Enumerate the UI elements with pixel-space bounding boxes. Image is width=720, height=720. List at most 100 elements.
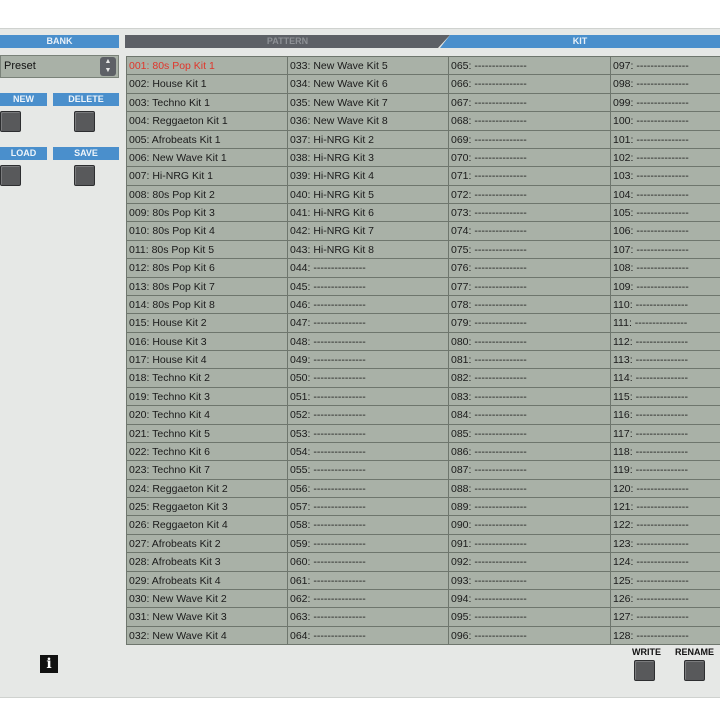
kit-slot[interactable]: 086: --------------- <box>449 443 611 462</box>
kit-slot[interactable]: 095: --------------- <box>449 608 611 627</box>
kit-slot[interactable]: 033: New Wave Kit 5 <box>288 57 449 76</box>
delete-button[interactable] <box>74 111 95 132</box>
kit-slot[interactable]: 121: --------------- <box>611 498 720 517</box>
kit-slot[interactable]: 107: --------------- <box>611 241 720 260</box>
kit-slot[interactable]: 117: --------------- <box>611 425 720 443</box>
kit-slot[interactable]: 088: --------------- <box>449 480 611 498</box>
load-button[interactable] <box>0 165 21 186</box>
kit-slot[interactable]: 015: House Kit 2 <box>127 314 288 333</box>
kit-slot[interactable]: 005: Afrobeats Kit 1 <box>127 131 288 149</box>
kit-slot[interactable]: 012: 80s Pop Kit 6 <box>127 259 288 278</box>
kit-slot[interactable]: 067: --------------- <box>449 94 611 113</box>
kit-slot[interactable]: 083: --------------- <box>449 388 611 407</box>
kit-slot[interactable]: 044: --------------- <box>288 259 449 278</box>
kit-slot[interactable]: 034: New Wave Kit 6 <box>288 75 449 94</box>
kit-slot[interactable]: 126: --------------- <box>611 590 720 609</box>
kit-slot[interactable]: 096: --------------- <box>449 627 611 645</box>
kit-slot[interactable]: 048: --------------- <box>288 333 449 351</box>
kit-slot[interactable]: 123: --------------- <box>611 535 720 554</box>
kit-slot[interactable]: 060: --------------- <box>288 553 449 572</box>
kit-slot[interactable]: 089: --------------- <box>449 498 611 517</box>
kit-slot[interactable]: 080: --------------- <box>449 333 611 351</box>
kit-slot[interactable]: 128: --------------- <box>611 627 720 645</box>
kit-slot[interactable]: 108: --------------- <box>611 259 720 278</box>
kit-slot[interactable]: 018: Techno Kit 2 <box>127 369 288 388</box>
kit-slot[interactable]: 111: --------------- <box>611 314 720 333</box>
kit-slot[interactable]: 112: --------------- <box>611 333 720 351</box>
kit-slot[interactable]: 085: --------------- <box>449 425 611 443</box>
kit-slot[interactable]: 127: --------------- <box>611 608 720 627</box>
kit-slot[interactable]: 001: 80s Pop Kit 1 <box>127 57 288 76</box>
kit-slot[interactable]: 021: Techno Kit 5 <box>127 425 288 443</box>
kit-slot[interactable]: 074: --------------- <box>449 222 611 241</box>
kit-slot[interactable]: 122: --------------- <box>611 516 720 535</box>
kit-slot[interactable]: 069: --------------- <box>449 131 611 149</box>
kit-slot[interactable]: 102: --------------- <box>611 149 720 168</box>
kit-slot[interactable]: 023: Techno Kit 7 <box>127 461 288 480</box>
kit-slot[interactable]: 119: --------------- <box>611 461 720 480</box>
kit-slot[interactable]: 092: --------------- <box>449 553 611 572</box>
kit-slot[interactable]: 098: --------------- <box>611 75 720 94</box>
kit-slot[interactable]: 036: New Wave Kit 8 <box>288 112 449 131</box>
kit-slot[interactable]: 031: New Wave Kit 3 <box>127 608 288 627</box>
kit-slot[interactable]: 049: --------------- <box>288 351 449 370</box>
kit-slot[interactable]: 078: --------------- <box>449 296 611 315</box>
kit-slot[interactable]: 028: Afrobeats Kit 3 <box>127 553 288 572</box>
kit-slot[interactable]: 114: --------------- <box>611 369 720 388</box>
kit-slot[interactable]: 072: --------------- <box>449 186 611 204</box>
kit-slot[interactable]: 079: --------------- <box>449 314 611 333</box>
kit-slot[interactable]: 027: Afrobeats Kit 2 <box>127 535 288 554</box>
kit-slot[interactable]: 094: --------------- <box>449 590 611 609</box>
kit-slot[interactable]: 090: --------------- <box>449 516 611 535</box>
kit-slot[interactable]: 038: Hi-NRG Kit 3 <box>288 149 449 168</box>
kit-slot[interactable]: 014: 80s Pop Kit 8 <box>127 296 288 315</box>
kit-slot[interactable]: 020: Techno Kit 4 <box>127 406 288 425</box>
kit-slot[interactable]: 022: Techno Kit 6 <box>127 443 288 462</box>
kit-slot[interactable]: 010: 80s Pop Kit 4 <box>127 222 288 241</box>
kit-slot[interactable]: 002: House Kit 1 <box>127 75 288 94</box>
kit-slot[interactable]: 101: --------------- <box>611 131 720 149</box>
save-button[interactable] <box>74 165 95 186</box>
kit-slot[interactable]: 097: --------------- <box>611 57 720 76</box>
kit-slot[interactable]: 046: --------------- <box>288 296 449 315</box>
kit-slot[interactable]: 026: Reggaeton Kit 4 <box>127 516 288 535</box>
kit-slot[interactable]: 070: --------------- <box>449 149 611 168</box>
kit-slot[interactable]: 008: 80s Pop Kit 2 <box>127 186 288 204</box>
kit-slot[interactable]: 006: New Wave Kit 1 <box>127 149 288 168</box>
kit-slot[interactable]: 113: --------------- <box>611 351 720 370</box>
kit-slot[interactable]: 063: --------------- <box>288 608 449 627</box>
kit-slot[interactable]: 118: --------------- <box>611 443 720 462</box>
kit-slot[interactable]: 025: Reggaeton Kit 3 <box>127 498 288 517</box>
kit-slot[interactable]: 120: --------------- <box>611 480 720 498</box>
kit-slot[interactable]: 104: --------------- <box>611 186 720 204</box>
tab-pattern[interactable]: PATTERN <box>125 35 450 48</box>
kit-slot[interactable]: 050: --------------- <box>288 369 449 388</box>
kit-slot[interactable]: 056: --------------- <box>288 480 449 498</box>
kit-slot[interactable]: 071: --------------- <box>449 167 611 186</box>
kit-slot[interactable]: 040: Hi-NRG Kit 5 <box>288 186 449 204</box>
kit-slot[interactable]: 019: Techno Kit 3 <box>127 388 288 407</box>
kit-slot[interactable]: 045: --------------- <box>288 278 449 296</box>
kit-slot[interactable]: 017: House Kit 4 <box>127 351 288 370</box>
kit-slot[interactable]: 057: --------------- <box>288 498 449 517</box>
bank-preset-stepper[interactable]: ▲ ▼ <box>100 57 116 76</box>
kit-slot[interactable]: 115: --------------- <box>611 388 720 407</box>
info-icon[interactable]: i <box>40 655 58 673</box>
kit-slot[interactable]: 059: --------------- <box>288 535 449 554</box>
kit-slot[interactable]: 076: --------------- <box>449 259 611 278</box>
kit-slot[interactable]: 065: --------------- <box>449 57 611 76</box>
kit-slot[interactable]: 084: --------------- <box>449 406 611 425</box>
kit-slot[interactable]: 106: --------------- <box>611 222 720 241</box>
kit-slot[interactable]: 100: --------------- <box>611 112 720 131</box>
tab-kit[interactable]: KIT <box>440 35 720 48</box>
kit-slot[interactable]: 053: --------------- <box>288 425 449 443</box>
kit-slot[interactable]: 082: --------------- <box>449 369 611 388</box>
chevron-up-icon[interactable]: ▲ <box>100 57 116 66</box>
kit-slot[interactable]: 061: --------------- <box>288 572 449 590</box>
kit-slot[interactable]: 062: --------------- <box>288 590 449 609</box>
kit-slot[interactable]: 003: Techno Kit 1 <box>127 94 288 113</box>
kit-slot[interactable]: 011: 80s Pop Kit 5 <box>127 241 288 260</box>
rename-button[interactable] <box>684 660 705 681</box>
kit-slot[interactable]: 091: --------------- <box>449 535 611 554</box>
kit-slot[interactable]: 032: New Wave Kit 4 <box>127 627 288 645</box>
